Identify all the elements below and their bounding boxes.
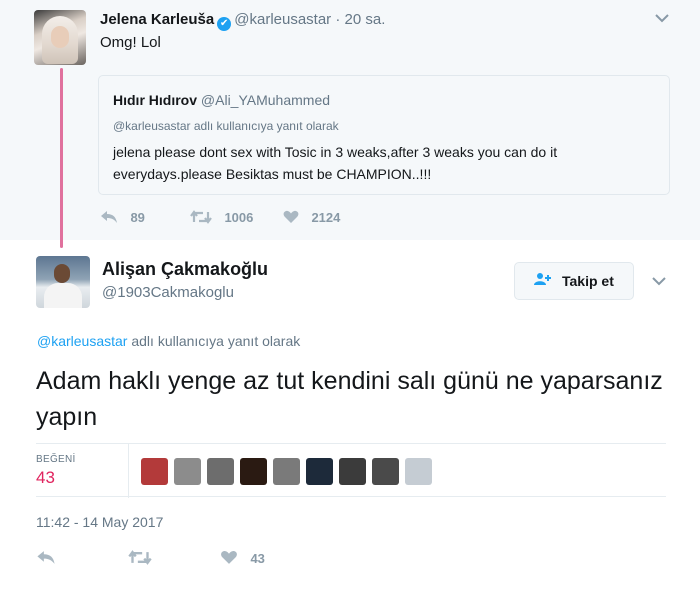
avatar-head	[54, 264, 70, 283]
quoted-tweet[interactable]: Hıdır Hıdırov @Ali_YAMuhammed @karleusas…	[98, 75, 670, 195]
reply-count: 89	[130, 210, 145, 225]
tweet-header: Jelena Karleuša ✔ @karleusastar · 20 sa.	[100, 11, 385, 31]
liker-avatar[interactable]	[306, 458, 333, 485]
verified-badge-icon: ✔	[217, 17, 232, 31]
author-handle[interactable]: @1903Cakmakoglu	[102, 284, 234, 301]
author-name[interactable]: Alişan Çakmakoğlu	[102, 259, 268, 280]
author-handle[interactable]: @karleusastar	[234, 11, 331, 28]
author-name[interactable]: Jelena Karleuša	[100, 11, 214, 28]
likes-label: BEĞENİ	[36, 454, 76, 465]
retweet-icon	[190, 210, 216, 228]
tweet-text: Omg! Lol	[100, 34, 161, 51]
tweet-stats: BEĞENİ 43	[36, 443, 666, 498]
retweet-count: 1006	[224, 210, 254, 225]
tweet-timestamp[interactable]: 11:42 - 14 May 2017	[36, 514, 163, 530]
reply-button[interactable]	[36, 550, 64, 570]
liker-avatar[interactable]	[207, 458, 234, 485]
follow-label: Takip et	[562, 273, 614, 289]
chevron-down-icon[interactable]	[652, 275, 666, 289]
tweet-text: Adam haklı yenge az tut kendini salı gün…	[36, 367, 663, 431]
add-user-icon	[534, 273, 556, 289]
reply-mention-link[interactable]: @karleusastar	[37, 333, 127, 349]
retweet-icon	[128, 550, 152, 569]
retweet-button[interactable]	[128, 550, 160, 570]
heart-icon	[283, 210, 303, 228]
quote-author-handle: @Ali_YAMuhammed	[200, 92, 331, 108]
liker-avatar[interactable]	[273, 458, 300, 485]
reply-button[interactable]: 89	[100, 210, 145, 229]
liker-avatar[interactable]	[240, 458, 267, 485]
reply-context: @karleusastar adlı kullanıcıya yanıt ola…	[37, 333, 300, 349]
liker-avatar[interactable]	[141, 458, 168, 485]
heart-icon	[220, 550, 242, 569]
follow-button[interactable]: Takip et	[514, 262, 634, 300]
quote-header: Hıdır Hıdırov @Ali_YAMuhammed	[113, 92, 330, 108]
separator-dot: ·	[335, 11, 341, 28]
chevron-down-icon[interactable]	[655, 12, 669, 26]
thread-connector-line	[60, 68, 63, 248]
reply-context-text: adlı kullanıcıya yanıt olarak	[127, 333, 301, 349]
quote-author-name: Hıdır Hıdırov	[113, 92, 198, 108]
quote-reply-context: @karleusastar adlı kullanıcıya yanıt ola…	[113, 119, 339, 133]
like-count: 2124	[311, 210, 341, 225]
like-button[interactable]: 43	[220, 550, 265, 570]
reply-arrow-icon	[100, 211, 122, 228]
liker-avatar[interactable]	[405, 458, 432, 485]
like-button[interactable]: 2124	[283, 210, 340, 229]
tweet-time[interactable]: 20 sa.	[345, 11, 386, 28]
liker-avatar[interactable]	[174, 458, 201, 485]
liker-avatar[interactable]	[372, 458, 399, 485]
quote-text: jelena please dont sex with Tosic in 3 w…	[113, 144, 558, 182]
parent-tweet[interactable]: Jelena Karleuša ✔ @karleusastar · 20 sa. O…	[0, 0, 700, 240]
likes-count[interactable]: 43	[36, 468, 55, 488]
retweet-button[interactable]: 1006	[190, 210, 253, 229]
avatar[interactable]	[34, 10, 86, 65]
avatar-body	[44, 283, 82, 308]
liker-avatar[interactable]	[339, 458, 366, 485]
avatar[interactable]	[36, 256, 90, 308]
reply-arrow-icon	[36, 551, 56, 569]
stats-divider	[128, 444, 129, 498]
like-count: 43	[250, 551, 265, 566]
avatar-face	[51, 26, 69, 48]
